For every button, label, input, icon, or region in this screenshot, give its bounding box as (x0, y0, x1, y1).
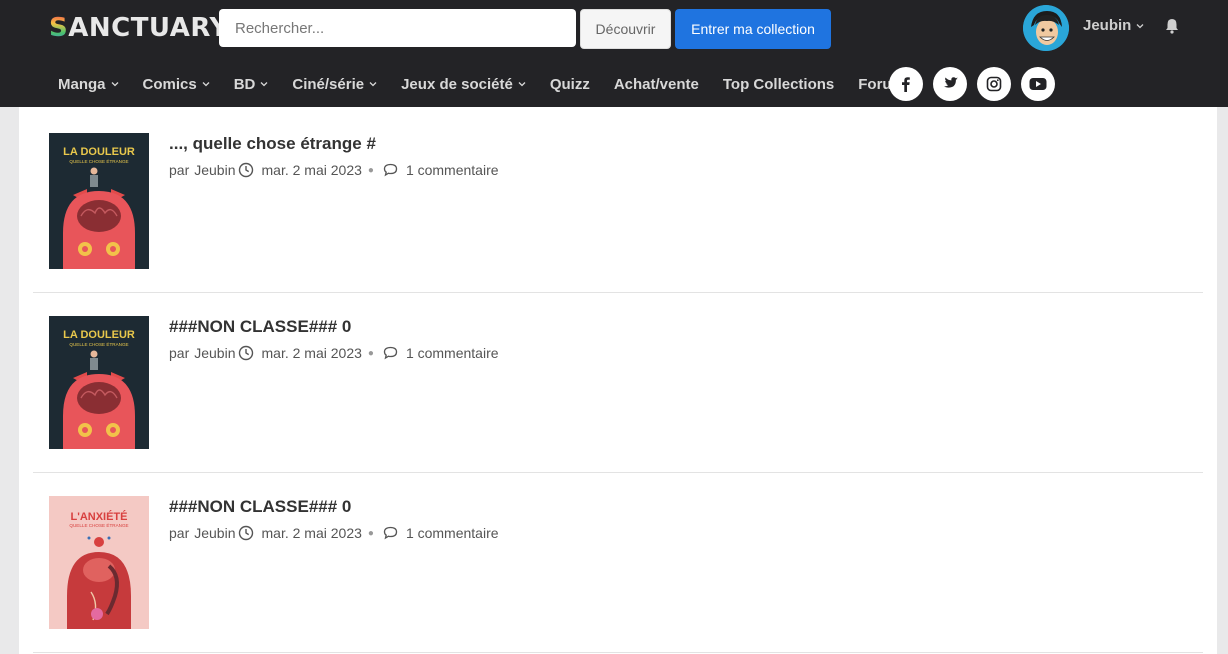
chevron-down-icon (111, 82, 118, 87)
post-meta: par Jeubin mar. 2 mai 2023 ● 1 commentai… (169, 345, 499, 361)
post-title[interactable]: ###NON CLASSE### 0 (169, 497, 351, 517)
book-cover-la-douleur-image: LA DOULEUR QUELLE CHOSE ÉTRANGE (49, 133, 149, 269)
author-prefix: par (169, 345, 190, 361)
post-meta: par Jeubin mar. 2 mai 2023 ● 1 commentai… (169, 162, 499, 178)
post-divider (33, 472, 1203, 473)
nav-item-label: Top Collections (722, 75, 835, 93)
nav-item-quizz[interactable]: Quizz (538, 76, 602, 93)
nav-item-achat-vente[interactable]: Achat/vente (602, 76, 711, 93)
cover-subtitle: QUELLE CHOSE ÉTRANGE (69, 341, 128, 347)
enter-collection-button[interactable]: Entrer ma collection (675, 9, 831, 49)
cover-title: LA DOULEUR (63, 329, 135, 341)
comments-link[interactable]: 1 commentaire (406, 162, 499, 178)
youtube-button[interactable] (1021, 67, 1055, 101)
post-date: mar. 2 mai 2023 (261, 345, 362, 361)
facebook-icon (902, 77, 910, 92)
user-menu[interactable]: Jeubin (1083, 17, 1144, 34)
nav-item-label: Ciné/série (292, 75, 365, 93)
chevron-down-icon (202, 82, 210, 87)
posts-panel: LA DOULEUR QUELLE CHOSE ÉTRANGE ..., que… (19, 107, 1217, 654)
nav-item-cine-serie[interactable]: Ciné/série (280, 76, 389, 93)
nav-item-label: Comics (142, 75, 197, 93)
top-header: SANCTUARY Découvrir Entrer ma collection… (0, 0, 1228, 107)
comments-link[interactable]: 1 commentaire (406, 525, 499, 541)
post-divider (33, 292, 1203, 293)
comment-icon (383, 346, 398, 360)
chevron-down-icon (518, 82, 526, 87)
post-divider (33, 652, 1203, 653)
nav-item-label: Achat/vente (613, 75, 699, 93)
comments-link[interactable]: 1 commentaire (406, 345, 499, 361)
separator-dot: ● (367, 527, 374, 539)
post-title[interactable]: ###NON CLASSE### 0 (169, 317, 351, 337)
clock-icon (238, 162, 253, 178)
author-link[interactable]: Jeubin (194, 345, 235, 361)
username-label: Jeubin (1083, 17, 1132, 34)
separator-dot: ● (367, 164, 374, 176)
comment-icon (383, 526, 398, 540)
site-logo[interactable]: S ANCTUARY (49, 12, 229, 44)
clock-icon (238, 345, 253, 361)
author-link[interactable]: Jeubin (194, 525, 235, 541)
book-cover-anxiete-image: L'ANXIÉTÉ QUELLE CHOSE ÉTRANGE (49, 496, 149, 629)
separator-dot: ● (367, 347, 374, 359)
nav-item-label: Quizz (549, 75, 590, 93)
cover-subtitle: QUELLE CHOSE ÉTRANGE (69, 522, 128, 528)
cover-title: LA DOULEUR (63, 146, 135, 158)
book-cover-la-douleur-image: LA DOULEUR QUELLE CHOSE ÉTRANGE (49, 316, 149, 449)
chevron-down-icon (369, 82, 377, 87)
cover-subtitle: QUELLE CHOSE ÉTRANGE (69, 158, 128, 164)
twitter-icon (943, 77, 958, 88)
nav-item-comics[interactable]: Comics (131, 76, 222, 93)
search-input[interactable] (219, 9, 576, 47)
twitter-button[interactable] (933, 67, 967, 101)
nav-item-label: Jeux de société (401, 75, 513, 93)
nav-item-label: BD (233, 75, 256, 93)
nav-item-jeux-de-societe[interactable]: Jeux de société (389, 76, 538, 93)
clock-icon (238, 525, 253, 541)
author-link[interactable]: Jeubin (194, 162, 235, 178)
post-cover[interactable]: LA DOULEUR QUELLE CHOSE ÉTRANGE (49, 133, 149, 269)
post-meta: par Jeubin mar. 2 mai 2023 ● 1 commentai… (169, 525, 499, 541)
post-cover[interactable]: L'ANXIÉTÉ QUELLE CHOSE ÉTRANGE (49, 496, 149, 629)
nav-item-top-collections[interactable]: Top Collections (711, 76, 846, 93)
post-title[interactable]: ..., quelle chose étrange # (169, 134, 376, 154)
cover-title: L'ANXIÉTÉ (70, 510, 127, 523)
logo-text: ANCTUARY (68, 13, 229, 43)
bell-icon[interactable] (1163, 17, 1181, 35)
post-date: mar. 2 mai 2023 (261, 162, 362, 178)
nav-item-bd[interactable]: BD (222, 76, 281, 93)
chevron-down-icon (260, 82, 268, 87)
instagram-icon (986, 76, 1002, 92)
youtube-icon (1029, 78, 1047, 90)
author-prefix: par (169, 162, 190, 178)
logo-letter: S (49, 13, 69, 43)
nav-item-manga[interactable]: Manga (46, 76, 131, 93)
facebook-button[interactable] (889, 67, 923, 101)
instagram-button[interactable] (977, 67, 1011, 101)
main-nav: Manga Comics BD Ciné/série Jeux de socié… (46, 64, 917, 104)
avatar[interactable] (1023, 5, 1069, 51)
nav-item-label: Manga (58, 75, 106, 93)
author-prefix: par (169, 525, 190, 541)
post-date: mar. 2 mai 2023 (261, 525, 362, 541)
post-cover[interactable]: LA DOULEUR QUELLE CHOSE ÉTRANGE (49, 316, 149, 449)
discover-button[interactable]: Découvrir (580, 9, 671, 49)
chevron-down-icon (1136, 23, 1144, 28)
comment-icon (383, 163, 398, 177)
